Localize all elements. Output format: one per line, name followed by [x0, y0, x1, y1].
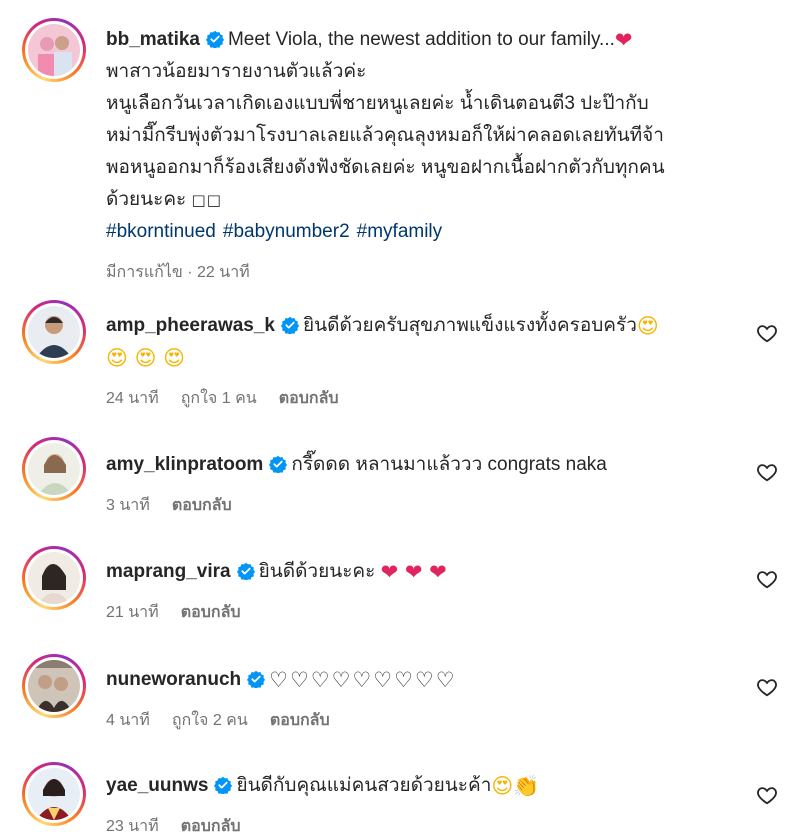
- verified-badge-icon: [247, 670, 266, 688]
- heart-eyes-emoji: 😍: [636, 314, 659, 338]
- comment-meta: 23 นาที ตอบกลับ: [106, 816, 539, 838]
- comment-username[interactable]: amy_klinpratoom: [106, 454, 263, 475]
- post-username[interactable]: bb_matika: [106, 29, 200, 50]
- comment-time: 23 นาที: [106, 818, 159, 835]
- avatar-amy-klinpratoom[interactable]: [22, 437, 86, 501]
- comment-text: ยินดีกับคุณแม่คนสวยด้วยนะค้า: [236, 775, 492, 796]
- comment-time: 4 นาที: [106, 712, 150, 729]
- comment-username[interactable]: maprang_vira: [106, 561, 231, 582]
- like-heart-icon[interactable]: [756, 568, 778, 590]
- post-meta: มีการแก้ไข · 22 นาที: [106, 264, 250, 281]
- comment-time: 24 นาที: [106, 390, 159, 407]
- caption-line: พาสาวน้อยมารายงานตัวแล้วค่ะ: [106, 61, 367, 82]
- avatar-maprang-vira[interactable]: [22, 546, 86, 610]
- avatar-amp-pheerawas-k[interactable]: [22, 300, 86, 364]
- comment-time: 21 นาที: [106, 604, 159, 621]
- post-time: 22 นาที: [197, 264, 250, 281]
- comment-text: ยินดีด้วยนะคะ: [258, 561, 376, 582]
- reply-button[interactable]: ตอบกลับ: [279, 390, 339, 407]
- reply-button[interactable]: ตอบกลับ: [181, 604, 241, 621]
- verified-badge-icon: [205, 30, 224, 48]
- verified-badge-icon: [236, 562, 255, 580]
- comment-text: ยินดีด้วยครับสุขภาพแข็งแรงทั้งครอบครัว: [303, 315, 637, 336]
- comment-meta: 4 นาที ถูกใจ 2 คน ตอบกลับ: [106, 710, 457, 732]
- comment-username[interactable]: nuneworanuch: [106, 669, 241, 690]
- reply-button[interactable]: ตอบกลับ: [181, 818, 241, 835]
- like-heart-icon[interactable]: [756, 461, 778, 483]
- red-hearts-emoji: ❤ ❤ ❤: [380, 560, 447, 584]
- white-hearts-emoji: ♡♡♡♡♡♡♡♡♡: [269, 668, 457, 692]
- comment-likes[interactable]: ถูกใจ 1 คน: [181, 390, 257, 407]
- heart-eyes-emoji-row: 😍 😍 😍: [106, 346, 186, 370]
- comment-text: กรี๊ดดด หลานมาแล้ววว congrats naka: [291, 454, 607, 475]
- edited-label: มีการแก้ไข: [106, 264, 183, 281]
- hashtag-link[interactable]: #babynumber2: [223, 221, 350, 242]
- comment-username[interactable]: yae_uunws: [106, 775, 208, 796]
- clapping-emoji: 👏: [513, 774, 540, 798]
- like-heart-icon[interactable]: [756, 676, 778, 698]
- avatar-yae-uunws[interactable]: [22, 762, 86, 826]
- avatar-bb-matika[interactable]: [22, 18, 86, 82]
- verified-badge-icon: [281, 316, 299, 334]
- like-heart-icon[interactable]: [756, 322, 778, 344]
- hashtags: #bkorntinued #babynumber2 #myfamily: [106, 216, 665, 248]
- reply-button[interactable]: ตอบกลับ: [172, 497, 232, 514]
- comment-meta: 21 นาที ตอบกลับ: [106, 602, 447, 624]
- caption-line: หนูเลือกวันเวลาเกิดเองแบบพี่ชายหนูเลยค่ะ…: [106, 93, 649, 114]
- caption-unknown-glyphs: □□: [191, 191, 222, 209]
- verified-badge-icon: [269, 455, 288, 473]
- comment-username[interactable]: amp_pheerawas_k: [106, 315, 275, 336]
- caption-line: หม่ามี๊กรีบพุ่งตัวมาโรงบาลเลยแล้วคุณลุงห…: [106, 125, 664, 146]
- reply-button[interactable]: ตอบกลับ: [270, 712, 330, 729]
- caption-first-line: Meet Viola, the newest addition to our f…: [227, 29, 615, 50]
- heart-eyes-emoji: 😍: [491, 774, 514, 798]
- comment-meta: 3 นาที ตอบกลับ: [106, 495, 607, 517]
- verified-badge-icon: [214, 776, 233, 794]
- hashtag-link[interactable]: #bkorntinued: [106, 221, 216, 242]
- like-heart-icon[interactable]: [756, 784, 778, 806]
- caption-line: พอหนูออกมาก็ร้องเสียงดังฟังชัดเลยค่ะ หนู…: [106, 157, 665, 178]
- heart-emoji: ❤: [614, 28, 633, 52]
- hashtag-link[interactable]: #myfamily: [357, 221, 443, 242]
- avatar-nuneworanuch[interactable]: [22, 654, 86, 718]
- comment-time: 3 นาที: [106, 497, 150, 514]
- comment-meta: 24 นาที ถูกใจ 1 คน ตอบกลับ: [106, 388, 659, 410]
- caption-line: ด้วยนะคะ: [106, 189, 187, 210]
- comment-likes[interactable]: ถูกใจ 2 คน: [172, 712, 248, 729]
